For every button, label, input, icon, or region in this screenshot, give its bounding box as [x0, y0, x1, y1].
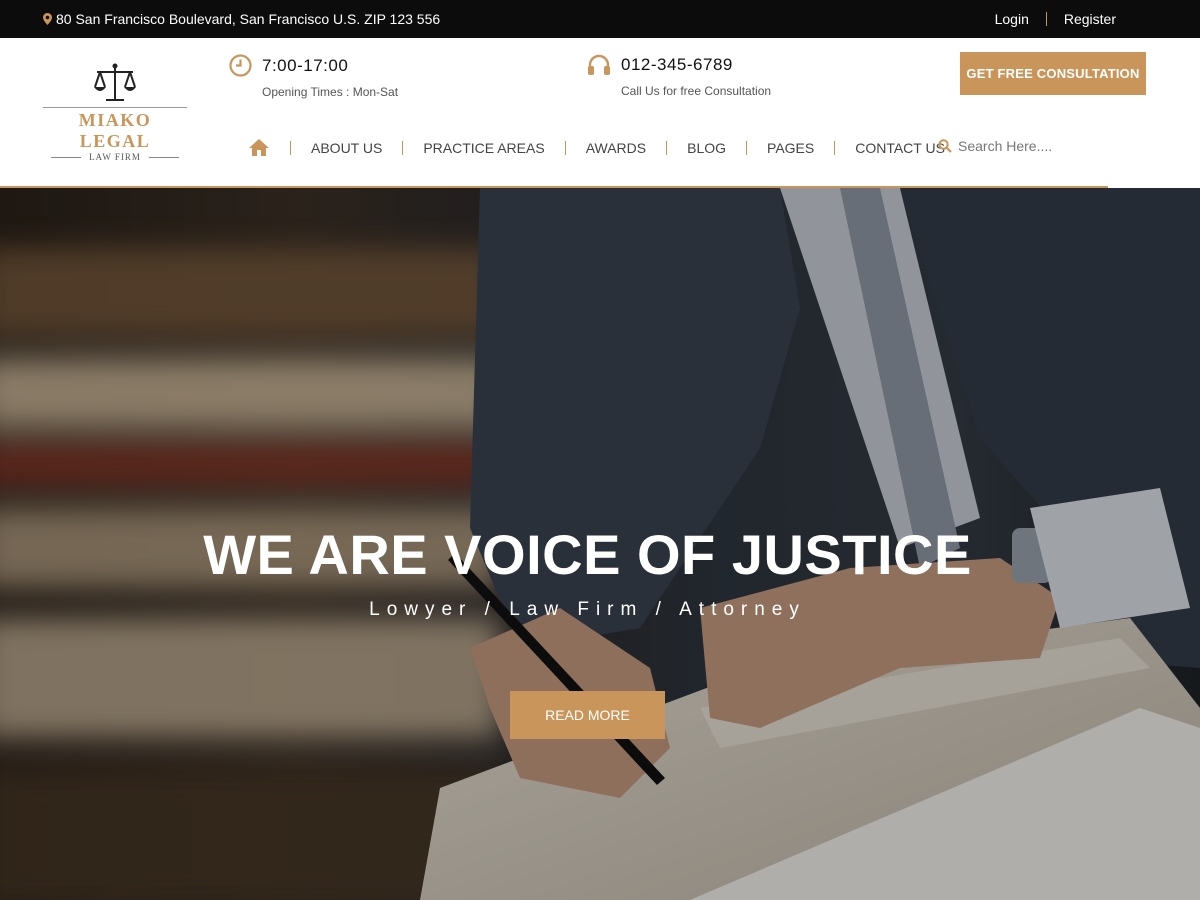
- opening-hours: 7:00-17:00 Opening Times : Mon-Sat: [229, 54, 398, 99]
- divider: [51, 156, 82, 158]
- divider: [402, 140, 404, 155]
- home-icon[interactable]: [248, 138, 270, 157]
- hours-text: 7:00-17:00: [262, 55, 349, 75]
- logo-name: MIAKO LEGAL: [78, 110, 152, 151]
- divider: [290, 140, 291, 155]
- headphones-icon: [588, 54, 610, 75]
- phone-number[interactable]: 012-345-6789: [621, 55, 733, 75]
- main-nav: ABOUT US PRACTICE AREAS AWARDS BLOG PAGE…: [248, 138, 945, 157]
- logo-rule: [43, 107, 187, 108]
- nav-item-about-us[interactable]: ABOUT US: [311, 140, 382, 156]
- scales-of-justice-icon: [94, 63, 136, 101]
- top-bar: 80 San Francisco Boulevard, San Francisc…: [0, 0, 1200, 38]
- search-icon[interactable]: [938, 139, 952, 153]
- nav-item-contact-us[interactable]: CONTACT US: [855, 140, 945, 156]
- divider: [148, 156, 179, 158]
- hero-banner: WE ARE VOICE OF JUSTICE Lowyer / Law Fir…: [0, 188, 1200, 900]
- logo-subtitle: LAW FIRM: [89, 152, 141, 162]
- address: 80 San Francisco Boulevard, San Francisc…: [43, 11, 440, 27]
- register-link[interactable]: Register: [1064, 11, 1116, 27]
- map-pin-icon: [43, 13, 52, 25]
- nav-item-awards[interactable]: AWARDS: [586, 140, 646, 156]
- nav-item-pages[interactable]: PAGES: [767, 140, 814, 156]
- search-box: [938, 133, 1128, 159]
- phone-contact: 012-345-6789 Call Us for free Consultati…: [587, 54, 771, 98]
- login-link[interactable]: Login: [995, 11, 1029, 27]
- address-text: 80 San Francisco Boulevard, San Francisc…: [56, 11, 441, 27]
- divider: [834, 140, 836, 155]
- auth-links: Login Register: [995, 11, 1116, 27]
- divider: [666, 140, 668, 155]
- phone-subtext: Call Us for free Consultation: [621, 84, 772, 98]
- search-input[interactable]: [958, 138, 1118, 154]
- nav-item-blog[interactable]: BLOG: [687, 140, 726, 156]
- hero-title: WE ARE VOICE OF JUSTICE: [203, 523, 972, 586]
- nav-item-practice-areas[interactable]: PRACTICE AREAS: [423, 140, 544, 156]
- divider: [1045, 12, 1047, 26]
- hours-subtext: Opening Times : Mon-Sat: [262, 85, 399, 99]
- clock-icon: [229, 54, 252, 77]
- hero-tagline: Lowyer / Law Firm / Attorney: [369, 599, 806, 620]
- divider: [564, 140, 566, 155]
- site-header: MIAKO LEGAL LAW FIRM 7:00-17:00 Opening …: [0, 38, 1200, 188]
- divider: [746, 140, 748, 155]
- get-consultation-button[interactable]: GET FREE CONSULTATION: [960, 52, 1146, 95]
- logo[interactable]: MIAKO LEGAL LAW FIRM: [43, 62, 187, 162]
- read-more-button[interactable]: READ MORE: [510, 691, 665, 739]
- logo-subtitle-row: LAW FIRM: [43, 152, 187, 162]
